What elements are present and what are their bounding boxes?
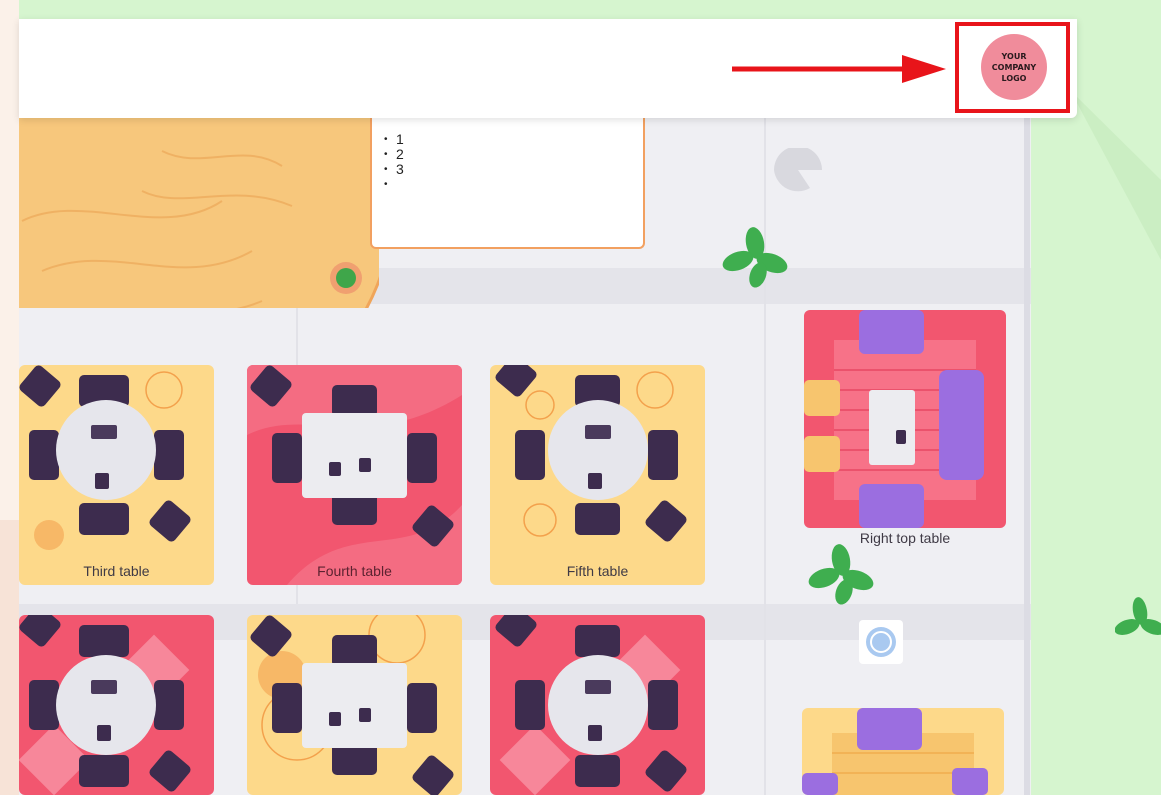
note-item: 2 <box>384 147 643 163</box>
table-label: Fifth table <box>566 563 629 579</box>
left-margin-shade <box>0 520 19 795</box>
table-label: Fourth table <box>317 563 392 579</box>
lounge-icon <box>804 310 984 528</box>
floor-divider <box>764 118 766 795</box>
table-card-third[interactable]: Third table <box>19 365 214 585</box>
table-label: Third table <box>83 563 150 579</box>
table-card[interactable] <box>490 615 705 795</box>
table-label: Right top table <box>859 530 951 546</box>
table-card[interactable] <box>247 615 462 795</box>
note-item: 1 <box>384 132 643 148</box>
company-logo[interactable]: YOUR COMPANY LOGO <box>981 34 1047 100</box>
floor-wall <box>1024 118 1030 795</box>
table-card-right-top[interactable] <box>804 310 1006 528</box>
plant-icon <box>722 227 788 288</box>
round-table-icon <box>19 365 191 550</box>
note-list: 1 2 3 <box>372 132 643 193</box>
round-table-icon <box>495 615 687 795</box>
round-table-icon <box>19 615 191 795</box>
tree-canopy-area <box>19 118 379 308</box>
lamp-icon <box>774 148 822 192</box>
arrow-right-icon <box>732 55 946 83</box>
grass-shading <box>1070 90 1161 260</box>
potted-plant-icon <box>330 262 362 294</box>
plant-icon <box>808 544 874 605</box>
grass-area-top <box>19 0 1087 19</box>
plant-icon <box>1115 597 1161 635</box>
tree-canopy <box>19 118 379 308</box>
round-table-icon <box>495 365 687 542</box>
logo-text-line: COMPANY <box>991 62 1037 72</box>
square-table-icon <box>247 365 462 585</box>
sticky-note[interactable]: 1 2 3 <box>370 118 645 249</box>
logo-text-line: YOUR <box>1001 51 1027 61</box>
table-card-fourth[interactable]: Fourth table <box>247 365 462 585</box>
logo-text-line: LOGO <box>1001 73 1027 83</box>
clock-icon <box>859 620 903 664</box>
company-logo-frame[interactable]: YOUR COMPANY LOGO <box>955 22 1070 113</box>
table-card-fifth[interactable]: Fifth table <box>490 365 705 585</box>
note-item: 3 <box>384 162 643 178</box>
lounge-icon <box>802 708 988 795</box>
office-floor-map: 1 2 3 <box>0 0 1161 795</box>
table-card[interactable] <box>19 615 214 795</box>
square-table-icon <box>250 615 454 795</box>
table-card[interactable] <box>802 708 1004 795</box>
